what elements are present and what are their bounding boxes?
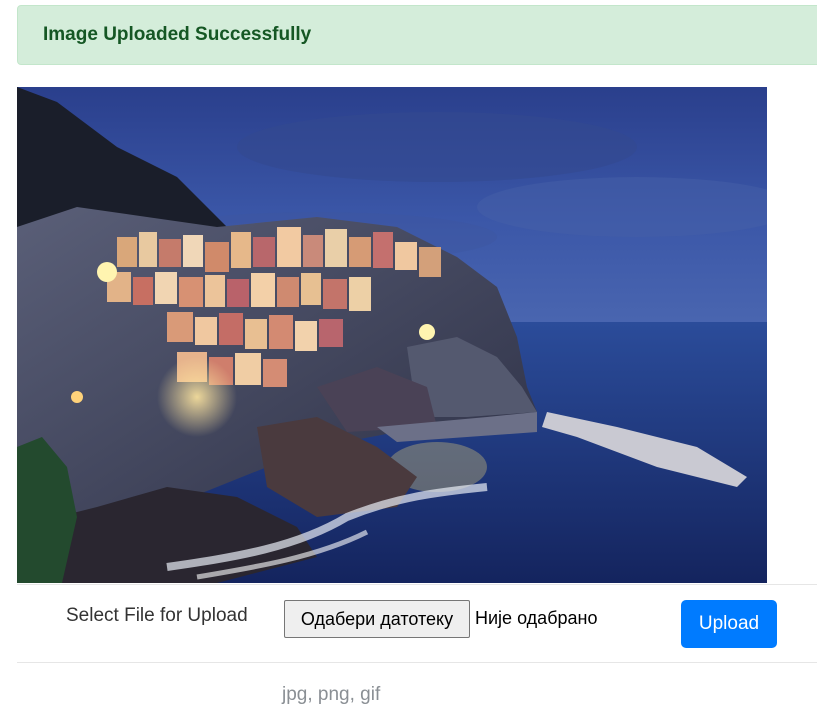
select-file-label: Select File for Upload xyxy=(66,605,248,626)
upload-button[interactable]: Upload xyxy=(681,600,777,648)
form-divider-bottom xyxy=(17,662,817,663)
file-status-text: Није одабрано xyxy=(475,608,598,628)
accepted-formats-hint: jpg, png, gif xyxy=(282,684,381,705)
success-alert-message: Image Uploaded Successfully xyxy=(43,24,312,45)
form-divider-top xyxy=(17,584,817,585)
choose-file-button[interactable]: Одабери датотеку xyxy=(284,600,470,638)
uploaded-image xyxy=(17,87,767,583)
upload-button-label: Upload xyxy=(698,613,760,634)
success-alert: Image Uploaded Successfully xyxy=(17,5,817,65)
uploaded-image-preview xyxy=(17,87,767,583)
choose-file-button-label: Одабери датотеку xyxy=(300,608,454,629)
